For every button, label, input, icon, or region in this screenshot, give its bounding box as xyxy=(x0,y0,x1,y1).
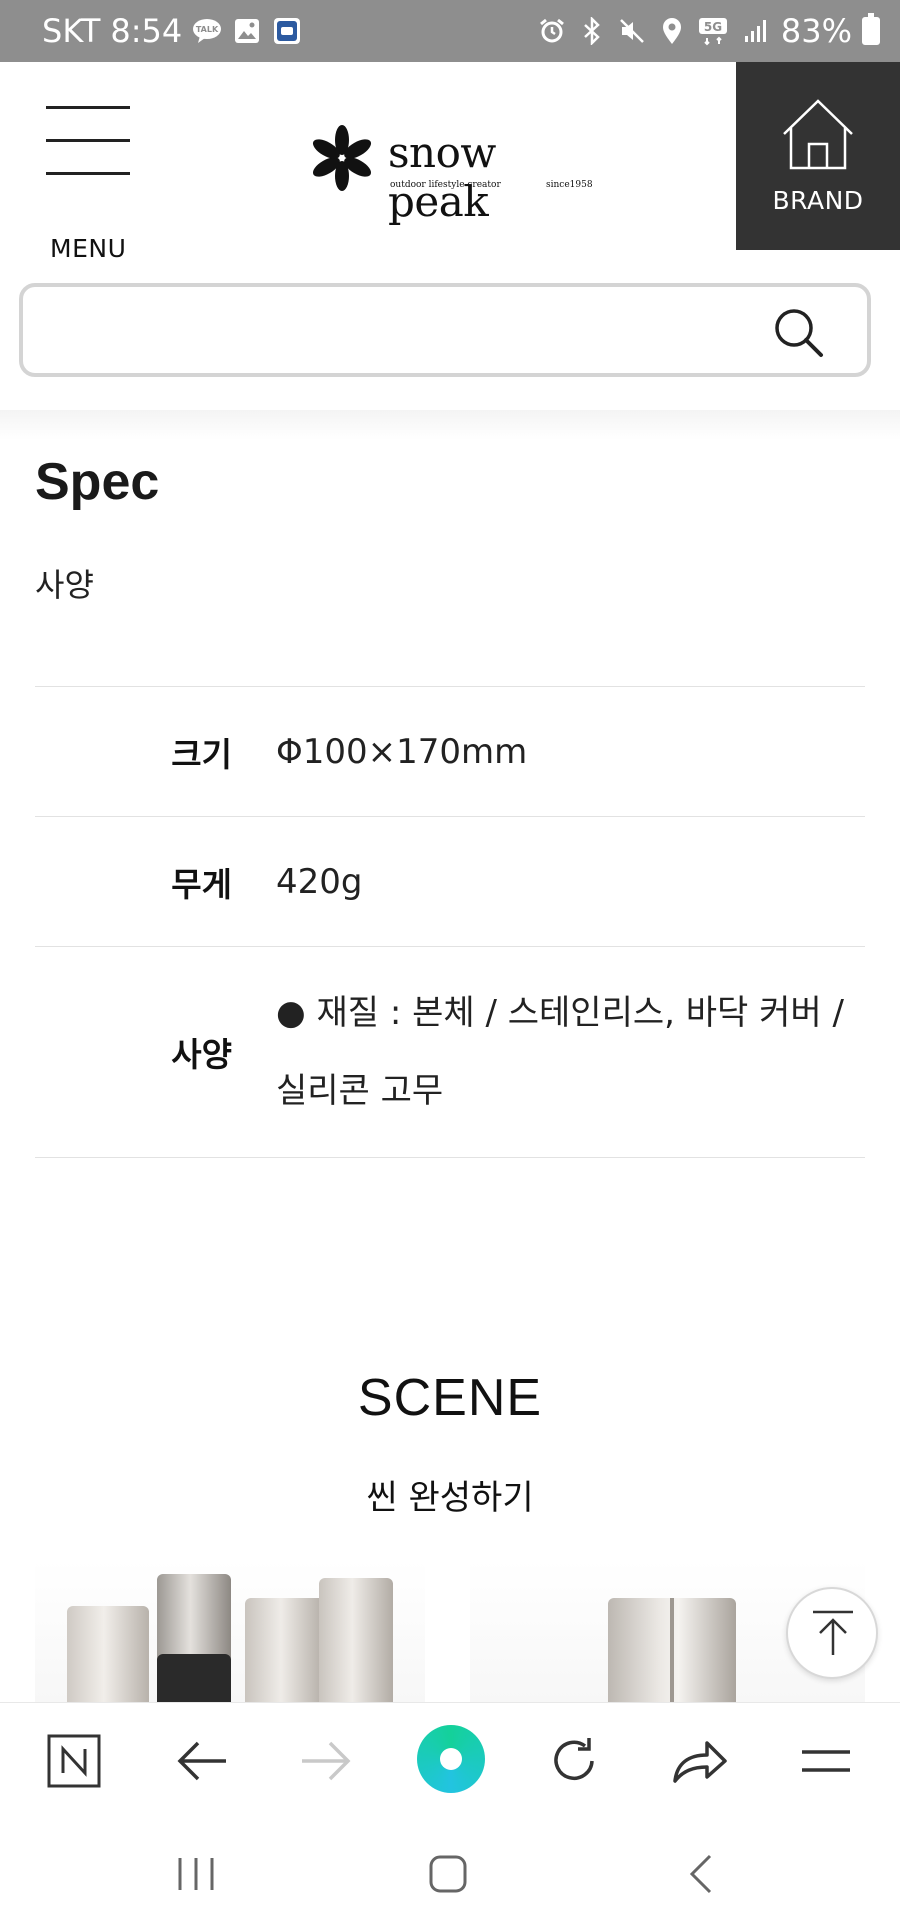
tumbler-image xyxy=(319,1578,393,1702)
tumbler-image xyxy=(245,1598,325,1702)
talk-icon: TALK xyxy=(192,16,222,46)
scene-title: SCENE xyxy=(357,1369,543,1427)
logo-tagline: outdoor lifestyle creator xyxy=(390,180,501,190)
bluetooth-icon xyxy=(577,16,607,46)
forward-arrow-icon[interactable] xyxy=(294,1729,358,1793)
scene-product-image[interactable] xyxy=(35,1560,425,1702)
network-5g-icon: 5G xyxy=(697,16,731,46)
alarm-icon xyxy=(537,16,567,46)
menu-label: MENU xyxy=(50,234,127,263)
spec-label: 사양 xyxy=(171,1035,232,1074)
home-green-icon[interactable] xyxy=(417,1725,485,1793)
naver-icon[interactable] xyxy=(42,1729,106,1793)
spec-row-size: 크기 Φ100×170mm xyxy=(35,687,865,817)
status-bar: SKT 8:54 TALK 5G 83% xyxy=(0,0,900,62)
scroll-top-button[interactable] xyxy=(786,1587,878,1679)
mobile-id-icon xyxy=(272,16,302,46)
arrow-up-icon xyxy=(813,1610,853,1655)
svg-text:TALK: TALK xyxy=(196,25,219,34)
back-icon[interactable] xyxy=(686,1852,716,1896)
scene-subtitle: 씬 완성하기 xyxy=(366,1478,534,1518)
tumbler-image xyxy=(157,1654,231,1702)
reload-icon[interactable] xyxy=(542,1729,606,1793)
site-header: MENU snow peak outdoor lifestyle creator… xyxy=(0,62,900,263)
back-arrow-icon[interactable] xyxy=(170,1729,234,1793)
spec-label: 크기 xyxy=(171,734,232,774)
asterisk-logo-icon xyxy=(312,125,372,191)
logo-since: since1958 xyxy=(546,180,593,190)
divider-shadow xyxy=(0,410,900,440)
location-icon xyxy=(657,16,687,46)
snow-peak-logo[interactable]: snow peak outdoor lifestyle creator sinc… xyxy=(308,122,598,226)
svg-text:5G: 5G xyxy=(704,20,722,34)
spec-value: ● 재질 : 본체 / 스테인리스, 바닥 커버 / 실리콘 고무 xyxy=(276,993,844,1111)
search-box xyxy=(19,283,871,377)
menu-button[interactable]: MENU xyxy=(46,106,130,263)
recent-apps-icon[interactable] xyxy=(176,1854,216,1894)
hamburger-line xyxy=(46,172,130,175)
battery-icon xyxy=(862,13,880,45)
tumbler-image xyxy=(670,1598,674,1702)
hamburger-line xyxy=(46,139,130,142)
share-icon[interactable] xyxy=(668,1729,732,1793)
spec-value: 420g xyxy=(276,861,363,902)
brand-button[interactable]: BRAND xyxy=(736,62,900,250)
system-nav-bar xyxy=(0,1818,900,1930)
carrier-label: SKT xyxy=(42,12,101,50)
spec-title: Spec xyxy=(35,453,160,511)
house-icon xyxy=(783,99,853,170)
hamburger-icon xyxy=(46,106,130,109)
spec-row-weight: 무게 420g xyxy=(35,817,865,947)
spec-subtitle: 사양 xyxy=(35,566,94,604)
spec-table: 크기 Φ100×170mm 무게 420g 사양 ● 재질 : 본체 / 스테인… xyxy=(35,686,865,1158)
battery-percent: 83% xyxy=(780,12,852,50)
home-icon[interactable] xyxy=(428,1854,468,1894)
mute-icon xyxy=(617,16,647,46)
search-icon[interactable] xyxy=(771,305,827,361)
logo-wordmark: snow peak xyxy=(388,128,496,226)
search-input[interactable] xyxy=(41,297,761,363)
browser-toolbar xyxy=(0,1702,900,1818)
spec-value: Φ100×170mm xyxy=(276,731,528,772)
spec-row-material: 사양 ● 재질 : 본체 / 스테인리스, 바닥 커버 / 실리콘 고무 xyxy=(35,947,865,1158)
spec-label: 무게 xyxy=(171,864,232,904)
tumbler-image xyxy=(67,1606,149,1702)
signal-icon xyxy=(741,16,771,46)
clock: 8:54 xyxy=(110,12,183,50)
menu-lines-icon[interactable] xyxy=(794,1729,858,1793)
gallery-icon xyxy=(232,16,262,46)
brand-label: BRAND xyxy=(772,186,864,215)
